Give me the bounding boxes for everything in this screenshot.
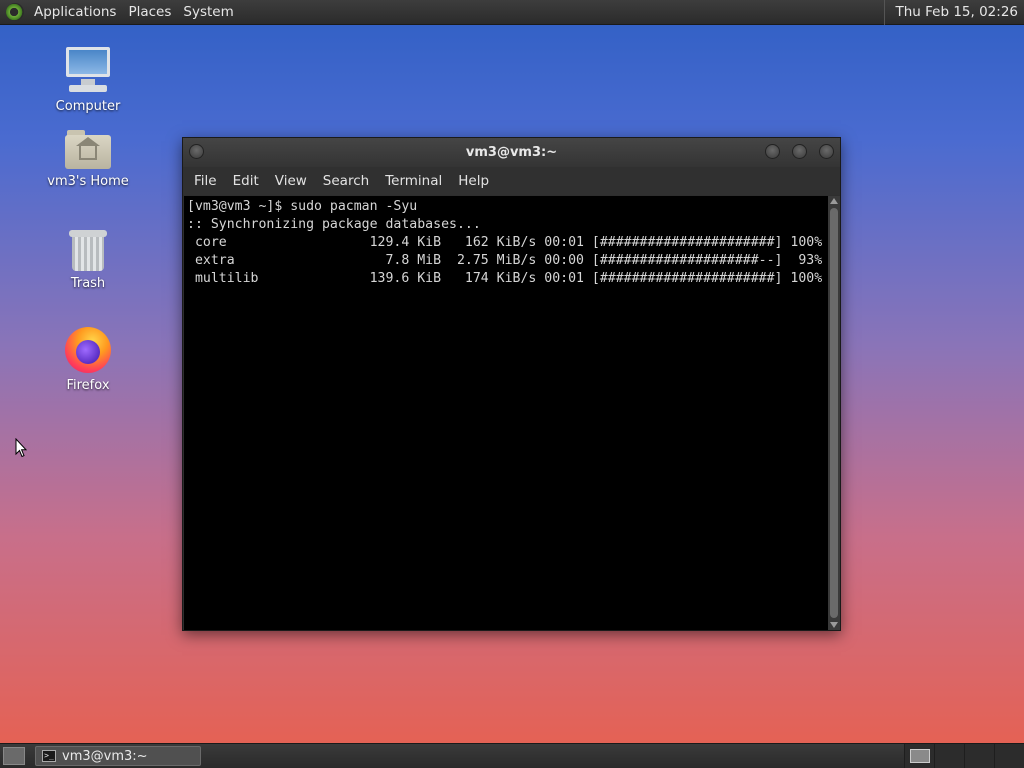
scroll-down-icon[interactable] bbox=[830, 622, 838, 628]
applications-menu[interactable]: Applications bbox=[30, 4, 124, 20]
desktop-icon-trash[interactable]: Trash bbox=[38, 228, 138, 291]
menu-view[interactable]: View bbox=[267, 173, 315, 189]
desktop-icon-label: Computer bbox=[55, 99, 121, 114]
places-menu[interactable]: Places bbox=[124, 4, 179, 20]
home-folder-icon bbox=[65, 128, 111, 170]
terminal-scrollbar[interactable] bbox=[828, 196, 840, 630]
terminal-line: core 129.4 KiB 162 KiB/s 00:01 [########… bbox=[187, 235, 823, 250]
top-panel: Applications Places System Thu Feb 15, 0… bbox=[0, 0, 1024, 25]
terminal-line: extra 7.8 MiB 2.75 MiB/s 00:00 [########… bbox=[187, 253, 823, 268]
mouse-pointer-icon bbox=[15, 438, 27, 458]
terminal-line: [vm3@vm3 ~]$ sudo pacman -Syu bbox=[187, 199, 418, 214]
menu-terminal[interactable]: Terminal bbox=[377, 173, 450, 189]
taskbar-item-terminal[interactable]: >_ vm3@vm3:~ bbox=[35, 746, 201, 766]
terminal-output[interactable]: [vm3@vm3 ~]$ sudo pacman -Syu:: Synchron… bbox=[184, 196, 828, 630]
desktop-icon-home[interactable]: vm3's Home bbox=[38, 128, 138, 189]
menu-edit[interactable]: Edit bbox=[225, 173, 267, 189]
terminal-menubar: File Edit View Search Terminal Help bbox=[183, 167, 840, 195]
workspace-3[interactable] bbox=[964, 743, 994, 768]
computer-icon bbox=[63, 45, 113, 95]
desktop-icon-computer[interactable]: Computer bbox=[38, 45, 138, 114]
trash-icon bbox=[68, 228, 108, 272]
distro-logo-icon[interactable] bbox=[6, 3, 24, 21]
workspace-4[interactable] bbox=[994, 743, 1024, 768]
terminal-titlebar[interactable]: vm3@vm3:~ bbox=[183, 138, 840, 167]
terminal-icon: >_ bbox=[42, 750, 56, 762]
system-menu[interactable]: System bbox=[179, 4, 241, 20]
desktop-icon-firefox[interactable]: Firefox bbox=[38, 326, 138, 393]
menu-search[interactable]: Search bbox=[315, 173, 377, 189]
menu-help[interactable]: Help bbox=[450, 173, 497, 189]
menu-file[interactable]: File bbox=[186, 173, 225, 189]
scroll-up-icon[interactable] bbox=[830, 198, 838, 204]
terminal-line: :: Synchronizing package databases... bbox=[187, 217, 481, 232]
terminal-window[interactable]: vm3@vm3:~ File Edit View Search Terminal… bbox=[182, 137, 841, 631]
desktop-icon-label: Firefox bbox=[66, 378, 110, 393]
maximize-icon[interactable] bbox=[792, 144, 807, 159]
close-icon[interactable] bbox=[819, 144, 834, 159]
bottom-panel: >_ vm3@vm3:~ bbox=[0, 743, 1024, 768]
firefox-icon bbox=[64, 326, 112, 374]
taskbar-item-label: vm3@vm3:~ bbox=[62, 748, 148, 764]
terminal-line: multilib 139.6 KiB 174 KiB/s 00:01 [####… bbox=[187, 271, 823, 286]
workspace-switcher bbox=[904, 743, 1024, 768]
scrollbar-thumb[interactable] bbox=[830, 208, 838, 618]
desktop-icon-label: vm3's Home bbox=[47, 174, 129, 189]
clock[interactable]: Thu Feb 15, 02:26 bbox=[884, 0, 1024, 25]
show-desktop-icon[interactable] bbox=[3, 747, 25, 765]
minimize-icon[interactable] bbox=[765, 144, 780, 159]
workspace-2[interactable] bbox=[934, 743, 964, 768]
workspace-1[interactable] bbox=[904, 743, 934, 768]
desktop-icon-label: Trash bbox=[70, 276, 106, 291]
window-title: vm3@vm3:~ bbox=[465, 145, 558, 160]
